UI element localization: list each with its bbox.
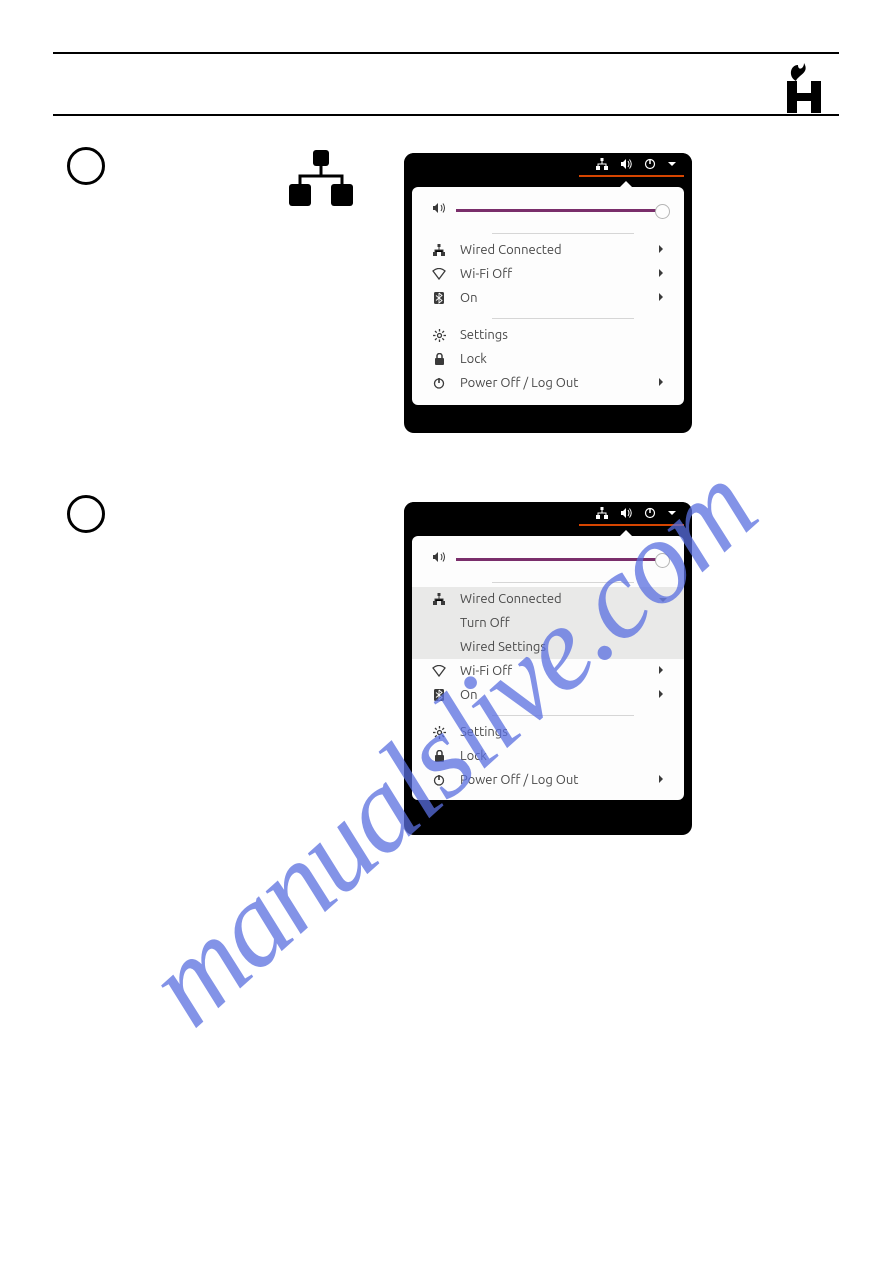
wifi-menu-item[interactable]: Wi-Fi Off (412, 659, 684, 683)
settings-menu-item[interactable]: Settings (412, 720, 684, 744)
separator (492, 582, 634, 583)
turn-off-label: Turn Off (460, 616, 510, 630)
separator (492, 715, 634, 716)
top-bar (404, 153, 692, 175)
bluetooth-icon (432, 292, 446, 304)
wired-settings-item[interactable]: Wired Settings (412, 635, 684, 659)
settings-menu-item[interactable]: Settings (412, 323, 684, 347)
power-label: Power Off / Log Out (460, 773, 658, 787)
bluetooth-label: On (460, 291, 658, 305)
indicator-underline (579, 175, 684, 177)
volume-icon[interactable] (620, 507, 632, 519)
chevron-right-icon (658, 376, 664, 390)
wired-menu-item[interactable]: Wired Connected (412, 238, 684, 262)
volume-row (412, 550, 684, 574)
lock-label: Lock (460, 352, 664, 366)
lock-menu-item[interactable]: Lock (412, 347, 684, 371)
wifi-menu-item[interactable]: Wi-Fi Off (412, 262, 684, 286)
wired-icon (432, 244, 446, 256)
wired-turn-off-item[interactable]: Turn Off (412, 611, 684, 635)
bluetooth-menu-item[interactable]: On (412, 683, 684, 707)
chevron-right-icon (658, 664, 664, 678)
volume-slider[interactable] (456, 558, 664, 561)
power-icon[interactable] (644, 158, 656, 170)
volume-icon (432, 550, 446, 568)
system-menu: Wired Connected Wi-Fi Off On Settings Lo… (412, 187, 684, 405)
bluetooth-label: On (460, 688, 658, 702)
chevron-right-icon (658, 267, 664, 281)
wired-label: Wired Connected (460, 243, 658, 257)
system-menu: Wired Connected Turn Off Wired Settings … (412, 536, 684, 800)
wired-settings-label: Wired Settings (460, 640, 546, 654)
indicator-underline (579, 524, 684, 526)
gear-icon (432, 329, 446, 342)
chevron-right-icon (658, 291, 664, 305)
chevron-right-icon (658, 688, 664, 702)
chevron-down-icon (658, 592, 664, 606)
wifi-icon (432, 268, 446, 280)
wifi-label: Wi-Fi Off (460, 664, 658, 678)
step-2-circle (67, 495, 105, 533)
lock-menu-item[interactable]: Lock (412, 744, 684, 768)
volume-row (412, 201, 684, 225)
power-icon (432, 774, 446, 786)
wifi-icon (432, 665, 446, 677)
settings-label: Settings (460, 725, 664, 739)
lock-label: Lock (460, 749, 664, 763)
network-icon-large (289, 150, 353, 210)
bluetooth-menu-item[interactable]: On (412, 286, 684, 310)
top-bar (404, 502, 692, 524)
power-menu-item[interactable]: Power Off / Log Out (412, 768, 684, 792)
separator (492, 318, 634, 319)
separator (492, 233, 634, 234)
header-rule-bottom (53, 114, 839, 116)
dropdown-icon[interactable] (668, 509, 676, 517)
wired-icon (432, 593, 446, 605)
volume-icon[interactable] (620, 158, 632, 170)
wifi-label: Wi-Fi Off (460, 267, 658, 281)
header-rule-top (53, 52, 839, 54)
volume-knob[interactable] (655, 553, 670, 568)
power-menu-item[interactable]: Power Off / Log Out (412, 371, 684, 395)
power-icon[interactable] (644, 507, 656, 519)
chevron-right-icon (658, 773, 664, 787)
chevron-right-icon (658, 243, 664, 257)
lock-icon (432, 750, 446, 762)
settings-label: Settings (460, 328, 664, 342)
step-1-circle (67, 147, 105, 185)
gear-icon (432, 726, 446, 739)
dropdown-icon[interactable] (668, 160, 676, 168)
volume-slider[interactable] (456, 209, 664, 212)
lock-icon (432, 353, 446, 365)
volume-knob[interactable] (655, 204, 670, 219)
volume-icon (432, 201, 446, 219)
network-icon[interactable] (596, 158, 608, 170)
system-menu-panel-2: Wired Connected Turn Off Wired Settings … (404, 502, 692, 835)
power-label: Power Off / Log Out (460, 376, 658, 390)
network-icon[interactable] (596, 507, 608, 519)
brand-logo (784, 63, 824, 117)
bluetooth-icon (432, 689, 446, 701)
power-icon (432, 377, 446, 389)
wired-label: Wired Connected (460, 592, 658, 606)
wired-menu-item[interactable]: Wired Connected (412, 587, 684, 611)
system-menu-panel-1: Wired Connected Wi-Fi Off On Settings Lo… (404, 153, 692, 433)
